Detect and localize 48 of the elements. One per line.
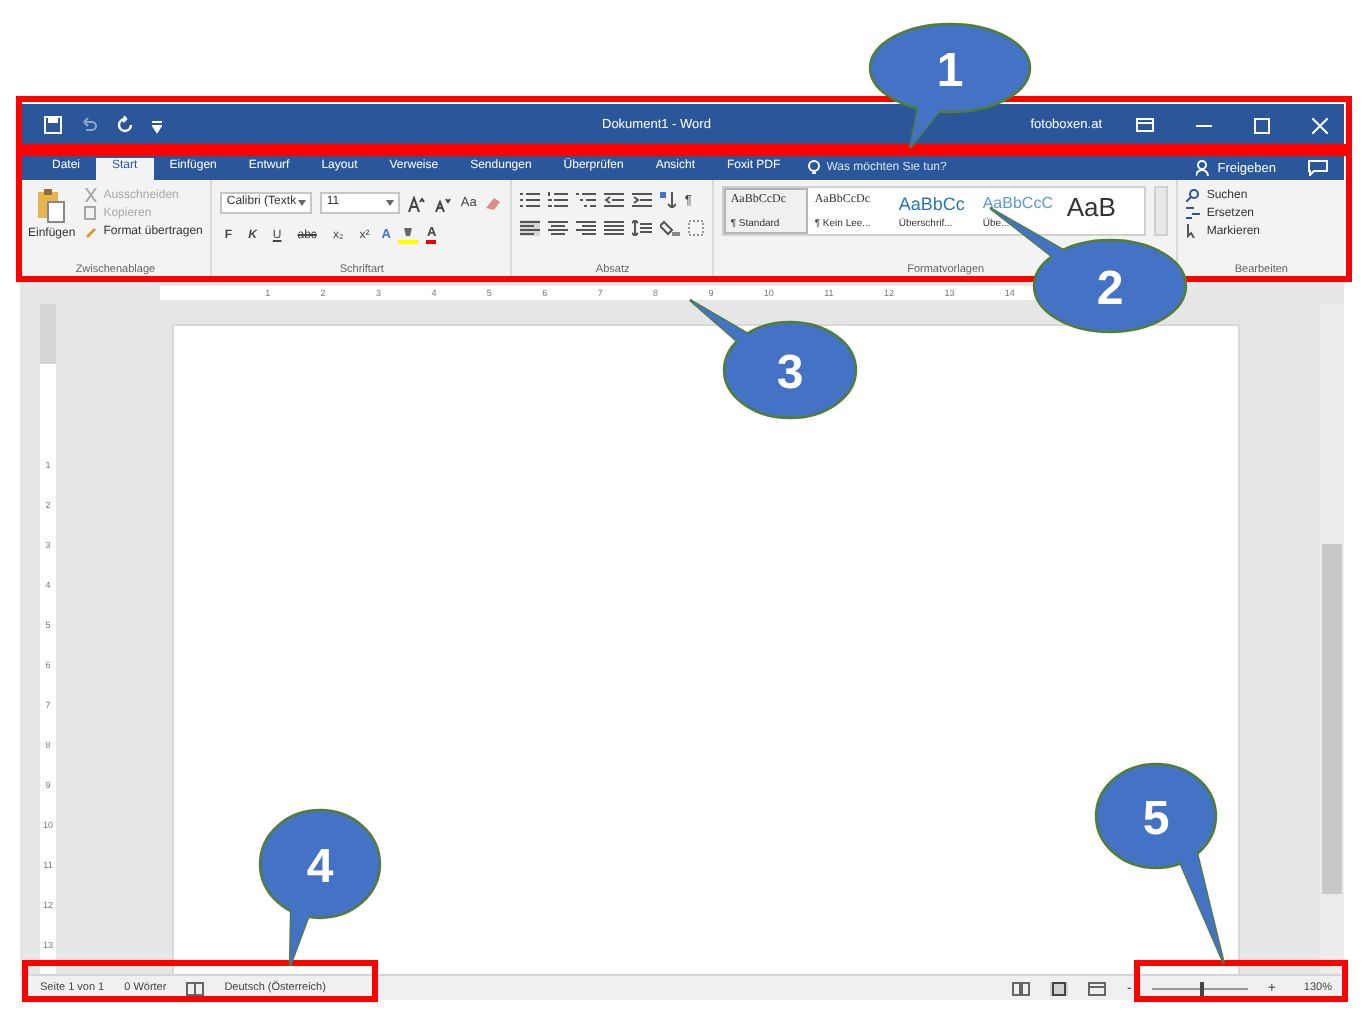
align-left-icon[interactable] (520, 220, 541, 236)
ribbon-display-icon[interactable] (1136, 118, 1154, 132)
maximize-icon[interactable] (1254, 117, 1270, 133)
lightbulb-icon (808, 160, 821, 176)
numbered-list-icon[interactable] (548, 192, 569, 208)
shrink-font-icon[interactable] (434, 195, 453, 211)
search-icon (1186, 188, 1201, 202)
customize-icon[interactable] (152, 117, 162, 133)
vertical-scrollbar[interactable] (1320, 304, 1344, 974)
decrease-indent-icon[interactable] (604, 192, 625, 208)
sort-icon[interactable] (660, 192, 677, 208)
save-icon[interactable] (44, 116, 62, 134)
print-layout-icon[interactable] (1050, 981, 1069, 995)
bullet-list-icon[interactable] (520, 192, 541, 208)
caret-icon (298, 200, 307, 206)
shading-icon[interactable] (660, 220, 681, 236)
line-spacing-icon[interactable] (632, 220, 653, 236)
document-page[interactable] (172, 324, 1240, 974)
close-icon[interactable] (1312, 117, 1328, 133)
gallery-scrollbar[interactable] (1154, 186, 1169, 236)
person-icon (1195, 160, 1212, 176)
callout-number: 4 (306, 840, 334, 894)
redo-icon[interactable] (116, 116, 134, 134)
undo-icon[interactable] (80, 116, 98, 134)
replace-icon (1186, 206, 1201, 220)
grow-font-icon[interactable] (408, 195, 427, 211)
callout-number: 1 (936, 44, 964, 98)
align-right-icon[interactable] (576, 220, 597, 236)
cursor-icon (1186, 224, 1201, 238)
scissors-icon (83, 188, 98, 202)
align-center-icon[interactable] (548, 220, 569, 236)
brush-icon (83, 224, 98, 238)
justify-icon[interactable] (604, 220, 625, 236)
increase-indent-icon[interactable] (632, 192, 653, 208)
web-layout-icon[interactable] (1088, 981, 1107, 995)
zoom-thumb[interactable] (1199, 981, 1204, 995)
read-mode-icon[interactable] (1012, 981, 1031, 995)
borders-icon[interactable] (688, 220, 705, 236)
proofing-icon[interactable] (186, 981, 205, 995)
multilevel-list-icon[interactable] (576, 192, 597, 208)
clipboard-icon (35, 188, 68, 224)
style-item[interactable]: AaB (1060, 188, 1145, 234)
caret-icon (386, 200, 395, 206)
comment-icon[interactable] (1308, 160, 1328, 176)
copy-icon (83, 206, 98, 220)
callout-number: 5 (1142, 792, 1170, 846)
callout-number: 3 (776, 346, 804, 400)
highlighter-icon[interactable] (398, 226, 419, 244)
